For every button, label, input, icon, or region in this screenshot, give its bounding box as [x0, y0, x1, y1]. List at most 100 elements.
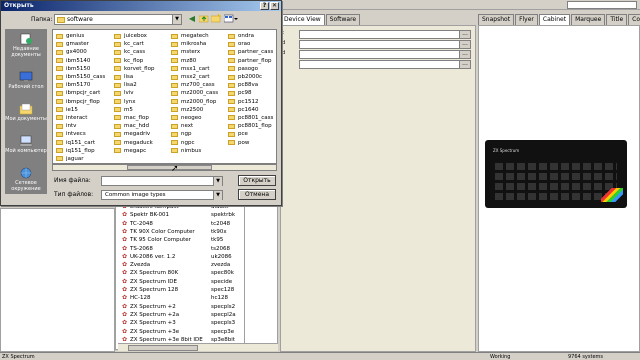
- file-list-item[interactable]: megapc: [114, 147, 154, 155]
- file-list-item[interactable]: msx2_cart: [171, 73, 218, 81]
- file-list-item[interactable]: pc1512: [228, 98, 273, 106]
- file-list-item[interactable]: jaguar: [56, 155, 105, 163]
- tab-title[interactable]: Title: [606, 14, 628, 25]
- file-list-item[interactable]: gx4000: [56, 48, 105, 56]
- place-recent[interactable]: Недавние документы: [5, 31, 47, 61]
- file-list-item[interactable]: msterx: [171, 48, 218, 56]
- file-list-item[interactable]: mz2500: [171, 106, 218, 114]
- file-list[interactable]: genius gmaster gx4000 ibm5140 ibm5150 ibm5150…: [52, 29, 277, 164]
- cancel-button[interactable]: Отмена: [238, 189, 276, 200]
- tab-flyer[interactable]: Flyer: [515, 14, 538, 25]
- file-list-item[interactable]: ie15: [56, 106, 105, 114]
- folder-combo[interactable]: software ▼: [54, 14, 182, 25]
- file-list-item[interactable]: ibm5170: [56, 81, 105, 89]
- file-list-item[interactable]: lisa: [114, 73, 154, 81]
- file-list-item[interactable]: ibm5150_cass: [56, 73, 105, 81]
- file-list-item[interactable]: m5: [114, 106, 154, 114]
- file-list-item[interactable]: pc98: [228, 89, 273, 97]
- tab-cabinet[interactable]: Cabinet: [538, 14, 571, 25]
- file-list-item[interactable]: genius: [56, 32, 105, 40]
- file-list-item[interactable]: iq151_flop: [56, 147, 105, 155]
- file-list-item[interactable]: korvet_flop: [114, 65, 154, 73]
- file-list-item[interactable]: ngp: [171, 130, 218, 138]
- place-my-computer[interactable]: Мой компьютер: [5, 133, 47, 163]
- file-list-item[interactable]: mz2000_cass: [171, 89, 218, 97]
- tab-snapshot[interactable]: Snapshot: [478, 14, 515, 25]
- file-list-item[interactable]: kc_flop: [114, 57, 154, 65]
- file-list-hscrollbar[interactable]: [52, 164, 277, 171]
- file-list-item[interactable]: partner_cass: [228, 48, 273, 56]
- device-field-1[interactable]: [299, 30, 464, 39]
- browse-button-3[interactable]: ...: [459, 50, 471, 59]
- file-list-item[interactable]: orao: [228, 40, 273, 48]
- browse-button-2[interactable]: ...: [459, 40, 471, 49]
- back-icon[interactable]: ◀: [187, 14, 197, 24]
- tab-marquee[interactable]: Marquee: [571, 14, 606, 25]
- file-list-item[interactable]: nimbus: [171, 147, 218, 155]
- file-list-item[interactable]: pb2000c: [228, 73, 273, 81]
- file-list-item[interactable]: gmaster: [56, 40, 105, 48]
- file-list-item[interactable]: ibm5150: [56, 65, 105, 73]
- file-list-item[interactable]: lynx: [114, 98, 154, 106]
- chevron-down-icon[interactable]: ▼: [213, 191, 222, 200]
- file-list-item[interactable]: ngpc: [171, 138, 218, 146]
- file-list-item[interactable]: megadriv: [114, 130, 154, 138]
- close-button[interactable]: ✕: [270, 2, 279, 10]
- device-field-2[interactable]: [299, 40, 464, 49]
- file-list-item[interactable]: pc8801_flop: [228, 122, 273, 130]
- file-list-item[interactable]: lviv: [114, 89, 154, 97]
- file-list-item[interactable]: kc_cass: [114, 48, 154, 56]
- tab-control[interactable]: Contro: [628, 14, 640, 25]
- file-list-item[interactable]: mz700_cass: [171, 81, 218, 89]
- file-list-item[interactable]: mikrosha: [171, 40, 218, 48]
- file-list-item[interactable]: ibmpcjr_cart: [56, 89, 105, 97]
- file-list-item[interactable]: juicebox: [114, 32, 154, 40]
- file-list-item[interactable]: ondra: [228, 32, 273, 40]
- file-list-item[interactable]: megatech: [171, 32, 218, 40]
- new-folder-icon[interactable]: [210, 13, 221, 24]
- machine-list-hscrollbar[interactable]: [118, 343, 278, 351]
- view-menu-icon[interactable]: [223, 14, 238, 24]
- file-list-item[interactable]: pow: [228, 138, 273, 146]
- chevron-down-icon[interactable]: ▼: [213, 177, 222, 186]
- file-list-hscroll-thumb[interactable]: [127, 165, 212, 170]
- file-list-item[interactable]: neogeo: [171, 114, 218, 122]
- file-list-item[interactable]: mac_flop: [114, 114, 154, 122]
- file-list-item[interactable]: pc1640: [228, 106, 273, 114]
- file-list-item[interactable]: partner_flop: [228, 57, 273, 65]
- up-folder-icon[interactable]: [198, 14, 209, 24]
- file-list-item[interactable]: intv: [56, 122, 105, 130]
- open-button[interactable]: Открыть: [238, 175, 276, 186]
- file-list-item[interactable]: next: [171, 122, 218, 130]
- file-list-item[interactable]: pc8801_cass: [228, 114, 273, 122]
- filetype-select[interactable]: Common image types ▼: [101, 190, 223, 200]
- file-list-item[interactable]: msx1_cart: [171, 65, 218, 73]
- chevron-down-icon[interactable]: ▼: [172, 15, 181, 24]
- search-input[interactable]: [567, 1, 637, 9]
- place-desktop[interactable]: Рабочий стол: [5, 69, 47, 99]
- file-list-item[interactable]: ibm5140: [56, 57, 105, 65]
- file-list-item[interactable]: ibmpcjr_flop: [56, 98, 105, 106]
- file-list-item[interactable]: megaduck: [114, 138, 154, 146]
- filename-input[interactable]: ▼: [101, 176, 223, 186]
- help-button[interactable]: ?: [260, 2, 269, 10]
- place-my-documents[interactable]: Мои документы: [5, 101, 47, 131]
- place-network[interactable]: Сетевое окружение: [5, 165, 47, 195]
- file-list-item[interactable]: kc_cart: [114, 40, 154, 48]
- file-list-item[interactable]: mz80: [171, 57, 218, 65]
- hscroll-thumb[interactable]: [128, 345, 198, 351]
- file-list-item[interactable]: mac_hdd: [114, 122, 154, 130]
- file-list-item[interactable]: pc88va: [228, 81, 273, 89]
- file-list-item[interactable]: lisa2: [114, 81, 154, 89]
- file-list-item[interactable]: intvecs: [56, 130, 105, 138]
- browse-button-4[interactable]: ...: [459, 60, 471, 69]
- file-list-item[interactable]: iq151_cart: [56, 138, 105, 146]
- file-list-item[interactable]: mz2000_flop: [171, 98, 218, 106]
- device-field-4[interactable]: [299, 60, 464, 69]
- browse-button-1[interactable]: ...: [459, 30, 471, 39]
- file-list-item[interactable]: pasogo: [228, 65, 273, 73]
- file-list-item[interactable]: interact: [56, 114, 105, 122]
- tab-device-view[interactable]: Device View: [280, 14, 325, 25]
- device-field-3[interactable]: [299, 50, 464, 59]
- tab-software[interactable]: Software: [325, 14, 361, 25]
